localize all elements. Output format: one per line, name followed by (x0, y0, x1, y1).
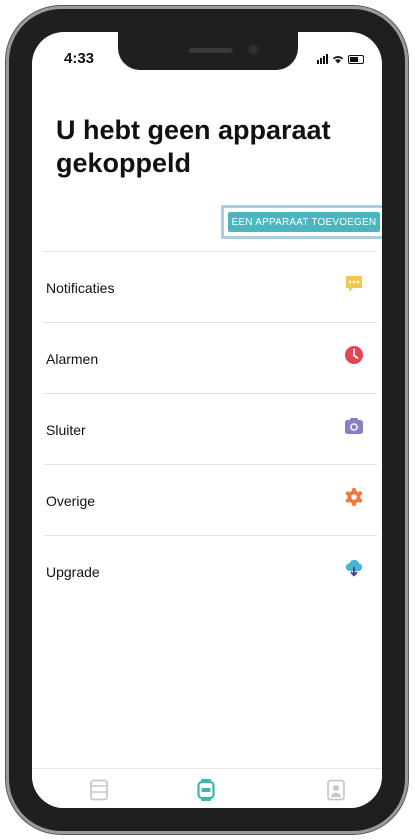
app-screen: 4:33 U hebt geen apparaat gekoppeld EEN … (32, 32, 382, 808)
status-time: 4:33 (64, 50, 95, 67)
bottom-tab-bar (32, 768, 382, 808)
front-camera (248, 44, 259, 55)
wifi-icon (333, 56, 343, 64)
menu-item-other[interactable]: Overige (32, 465, 382, 535)
cloud-download-icon (345, 559, 363, 577)
camera-icon (345, 418, 363, 434)
settings-menu: Notificaties Alarmen Sluiter Overige Upg… (32, 251, 382, 606)
menu-item-shutter[interactable]: Sluiter (32, 394, 382, 464)
add-device-highlight: EEN APPARAAT TOEVOEGEN (221, 205, 382, 239)
activity-icon[interactable] (89, 779, 109, 801)
speaker-grille (189, 48, 233, 53)
menu-item-label: Sluiter (46, 422, 86, 438)
signal-icon (317, 54, 328, 64)
menu-item-label: Overige (46, 493, 96, 509)
watch-icon[interactable] (196, 779, 216, 801)
status-icons (317, 54, 364, 64)
gear-icon (345, 488, 363, 506)
add-device-button[interactable]: EEN APPARAAT TOEVOEGEN (228, 212, 380, 232)
page-title: U hebt geen apparaat gekoppeld (56, 115, 331, 178)
menu-item-label: Upgrade (46, 564, 100, 580)
menu-item-label: Notificaties (46, 280, 115, 296)
message-icon (346, 276, 362, 292)
menu-item-upgrade[interactable]: Upgrade (32, 536, 382, 606)
battery-icon (348, 55, 364, 64)
profile-icon[interactable] (326, 779, 346, 801)
clock-icon (345, 346, 363, 364)
menu-item-label: Alarmen (46, 351, 99, 367)
menu-item-alarms[interactable]: Alarmen (32, 323, 382, 393)
device-notch (118, 32, 298, 70)
phone-frame: 4:33 U hebt geen apparaat gekoppeld EEN … (9, 9, 405, 831)
menu-item-notifications[interactable]: Notificaties (32, 252, 382, 322)
